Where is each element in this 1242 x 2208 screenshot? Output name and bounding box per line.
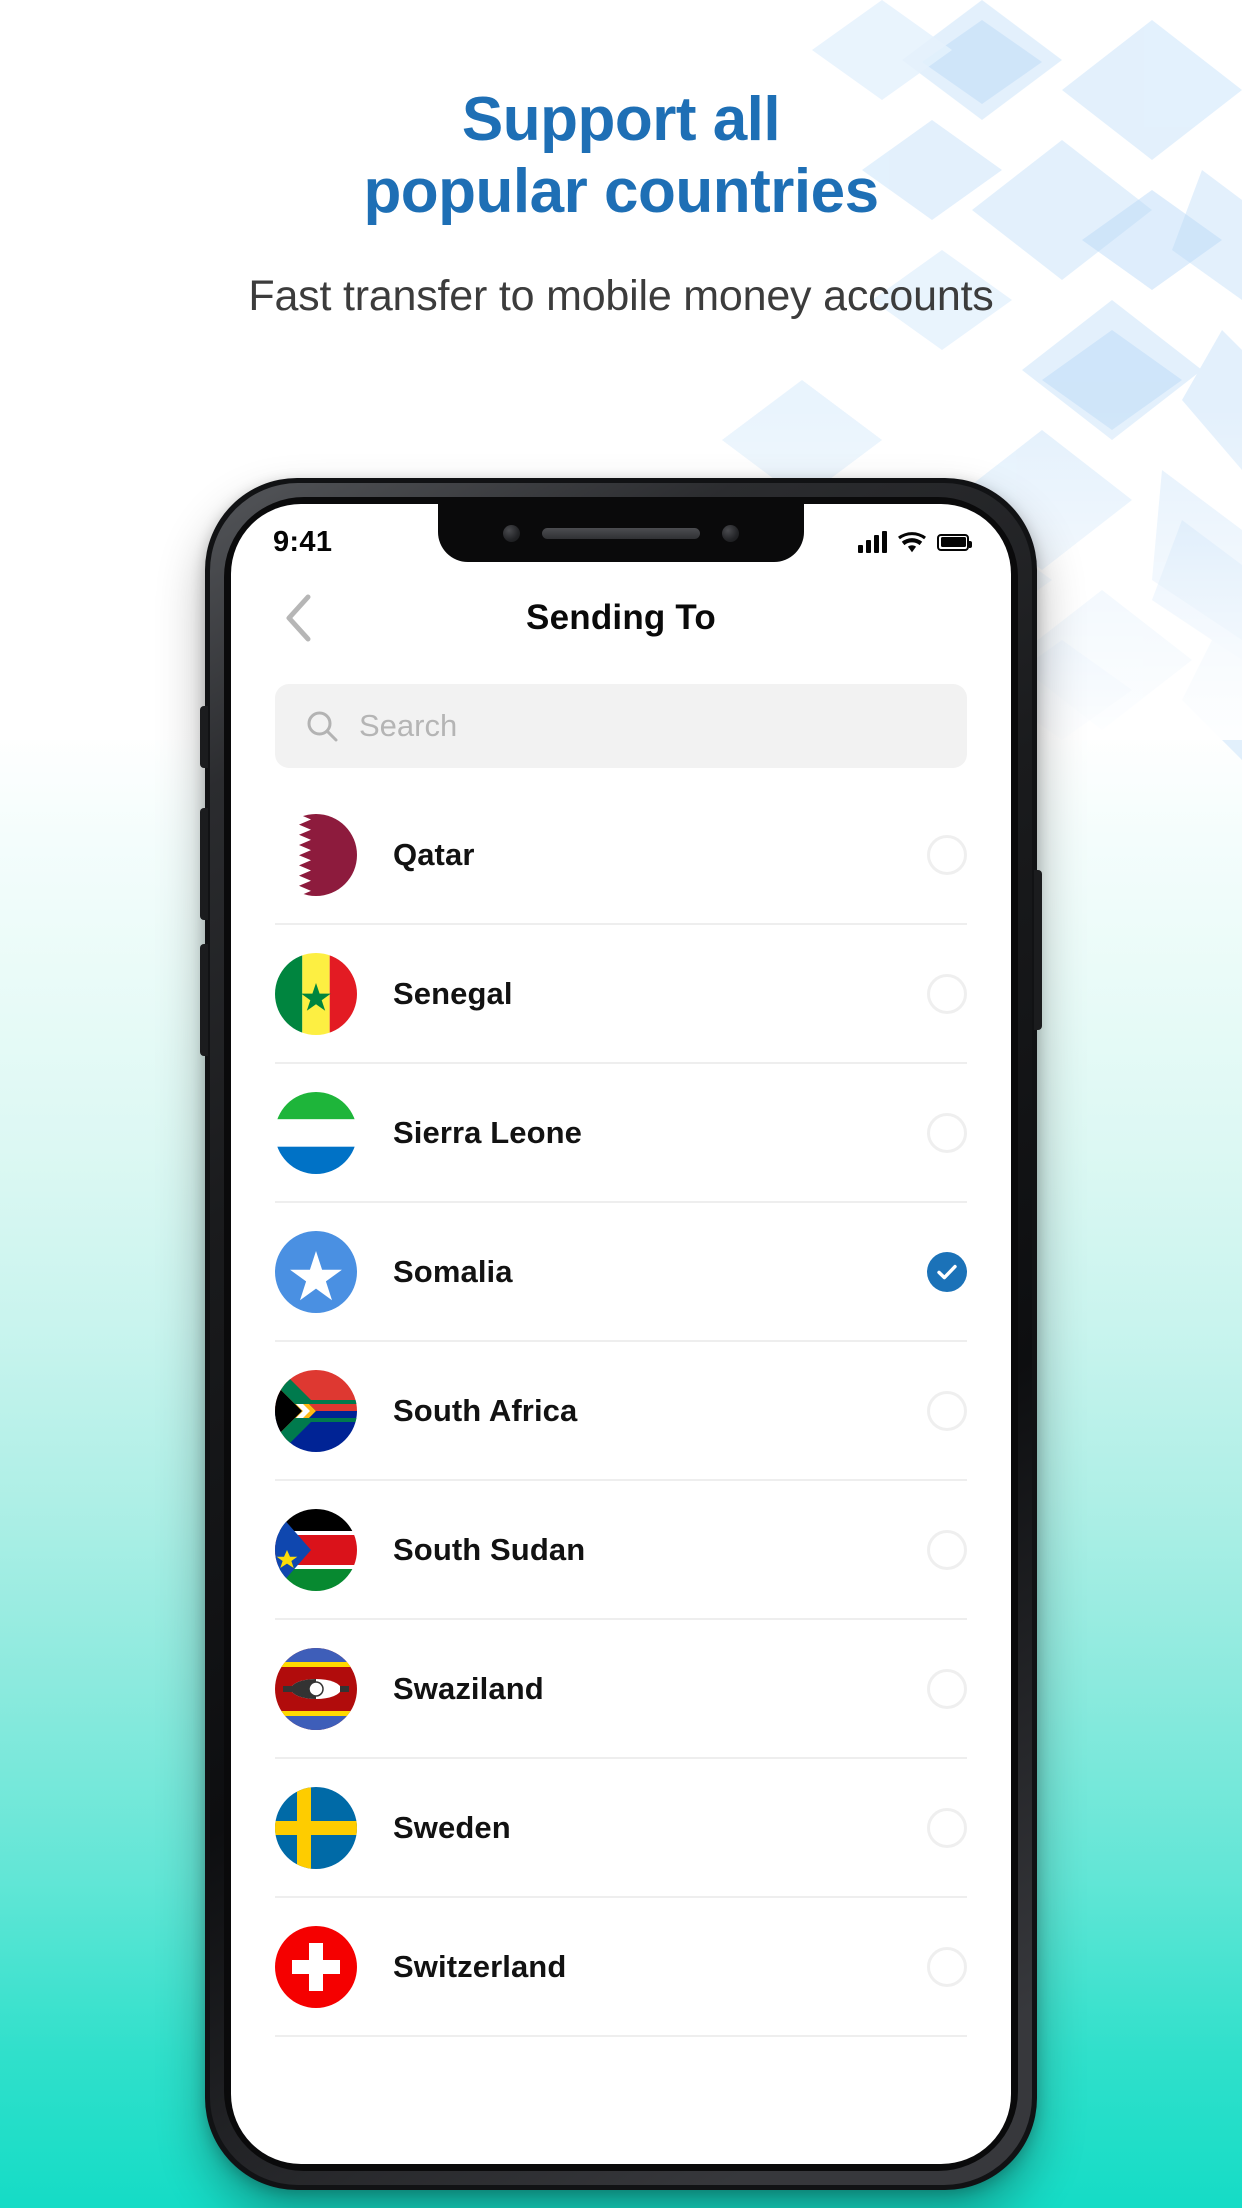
swaziland-flag-icon: [275, 1647, 357, 1730]
wifi-icon: [898, 531, 926, 552]
senegal-flag-icon: [275, 952, 357, 1035]
country-name: Swaziland: [393, 1670, 544, 1706]
south-africa-flag-icon: [275, 1369, 357, 1452]
volume-up-button[interactable]: [200, 808, 208, 920]
page-title: Support all popular countries: [0, 84, 1242, 228]
list-item[interactable]: Switzerland: [275, 1898, 967, 2037]
list-item[interactable]: Qatar: [275, 786, 967, 925]
page-subtitle: Fast transfer to mobile money accounts: [248, 271, 994, 320]
list-item[interactable]: South Africa: [275, 1342, 967, 1481]
qatar-flag-icon: [275, 813, 357, 896]
phone-screen: 9:41 Sending To Search Qatar Senegal Sie…: [231, 504, 1011, 2164]
headline-line-1: Support all: [461, 85, 781, 154]
radio-empty-icon[interactable]: [927, 834, 967, 875]
radio-empty-icon[interactable]: [927, 973, 967, 1014]
search-section: Search: [231, 670, 1011, 786]
list-item[interactable]: Sweden: [275, 1759, 967, 1898]
app-header-title: Sending To: [526, 598, 716, 637]
search-placeholder: Search: [359, 708, 458, 743]
mute-switch-button[interactable]: [200, 706, 208, 768]
sweden-flag-icon: [275, 1786, 357, 1869]
front-camera-icon: [503, 524, 520, 542]
south-sudan-flag-icon: [275, 1508, 357, 1591]
list-item[interactable]: Somalia: [275, 1203, 967, 1342]
check-circle-icon[interactable]: [927, 1251, 967, 1292]
earpiece-speaker: [542, 527, 700, 539]
search-icon: [307, 711, 338, 742]
radio-empty-icon[interactable]: [927, 1390, 967, 1431]
phone-notch: [438, 504, 804, 562]
list-item[interactable]: Senegal: [275, 925, 967, 1064]
check-mark-icon: [937, 1264, 957, 1279]
list-item[interactable]: South Sudan: [275, 1481, 967, 1620]
volume-down-button[interactable]: [200, 944, 208, 1056]
country-name: South Africa: [393, 1392, 578, 1428]
radio-empty-icon[interactable]: [927, 1529, 967, 1570]
promo-text-block: Support all popular countries Fast trans…: [0, 0, 1242, 321]
country-name: Sweden: [393, 1809, 511, 1845]
cellular-signal-icon: [858, 531, 887, 553]
back-button[interactable]: [271, 591, 325, 645]
face-sensor-icon: [722, 524, 739, 542]
app-header: Sending To: [231, 566, 1011, 670]
chevron-left-icon: [286, 594, 311, 642]
country-name: Switzerland: [393, 1948, 567, 1984]
search-input[interactable]: Search: [275, 684, 967, 768]
battery-full-icon: [937, 533, 972, 551]
radio-empty-icon[interactable]: [927, 1946, 967, 1987]
country-name: Senegal: [393, 975, 513, 1011]
country-list: Qatar Senegal Sierra Leone Somalia South…: [231, 786, 1011, 2037]
list-item[interactable]: Swaziland: [275, 1620, 967, 1759]
somalia-flag-icon: [275, 1230, 357, 1313]
country-name: Somalia: [393, 1253, 513, 1289]
sierra-leone-flag-icon: [275, 1091, 357, 1174]
phone-mockup: 9:41 Sending To Search Qatar Senegal Sie…: [200, 478, 1042, 2190]
status-bar-icons: [858, 517, 972, 553]
country-name: Sierra Leone: [393, 1114, 583, 1150]
status-bar-time: 9:41: [273, 525, 333, 558]
country-name: South Sudan: [393, 1531, 586, 1567]
radio-empty-icon[interactable]: [927, 1112, 967, 1153]
list-item[interactable]: Sierra Leone: [275, 1064, 967, 1203]
country-name: Qatar: [393, 836, 475, 872]
radio-empty-icon[interactable]: [927, 1807, 967, 1848]
switzerland-flag-icon: [275, 1925, 357, 2008]
power-button[interactable]: [1034, 870, 1042, 1030]
radio-empty-icon[interactable]: [927, 1668, 967, 1709]
headline-line-2: popular countries: [363, 156, 879, 226]
